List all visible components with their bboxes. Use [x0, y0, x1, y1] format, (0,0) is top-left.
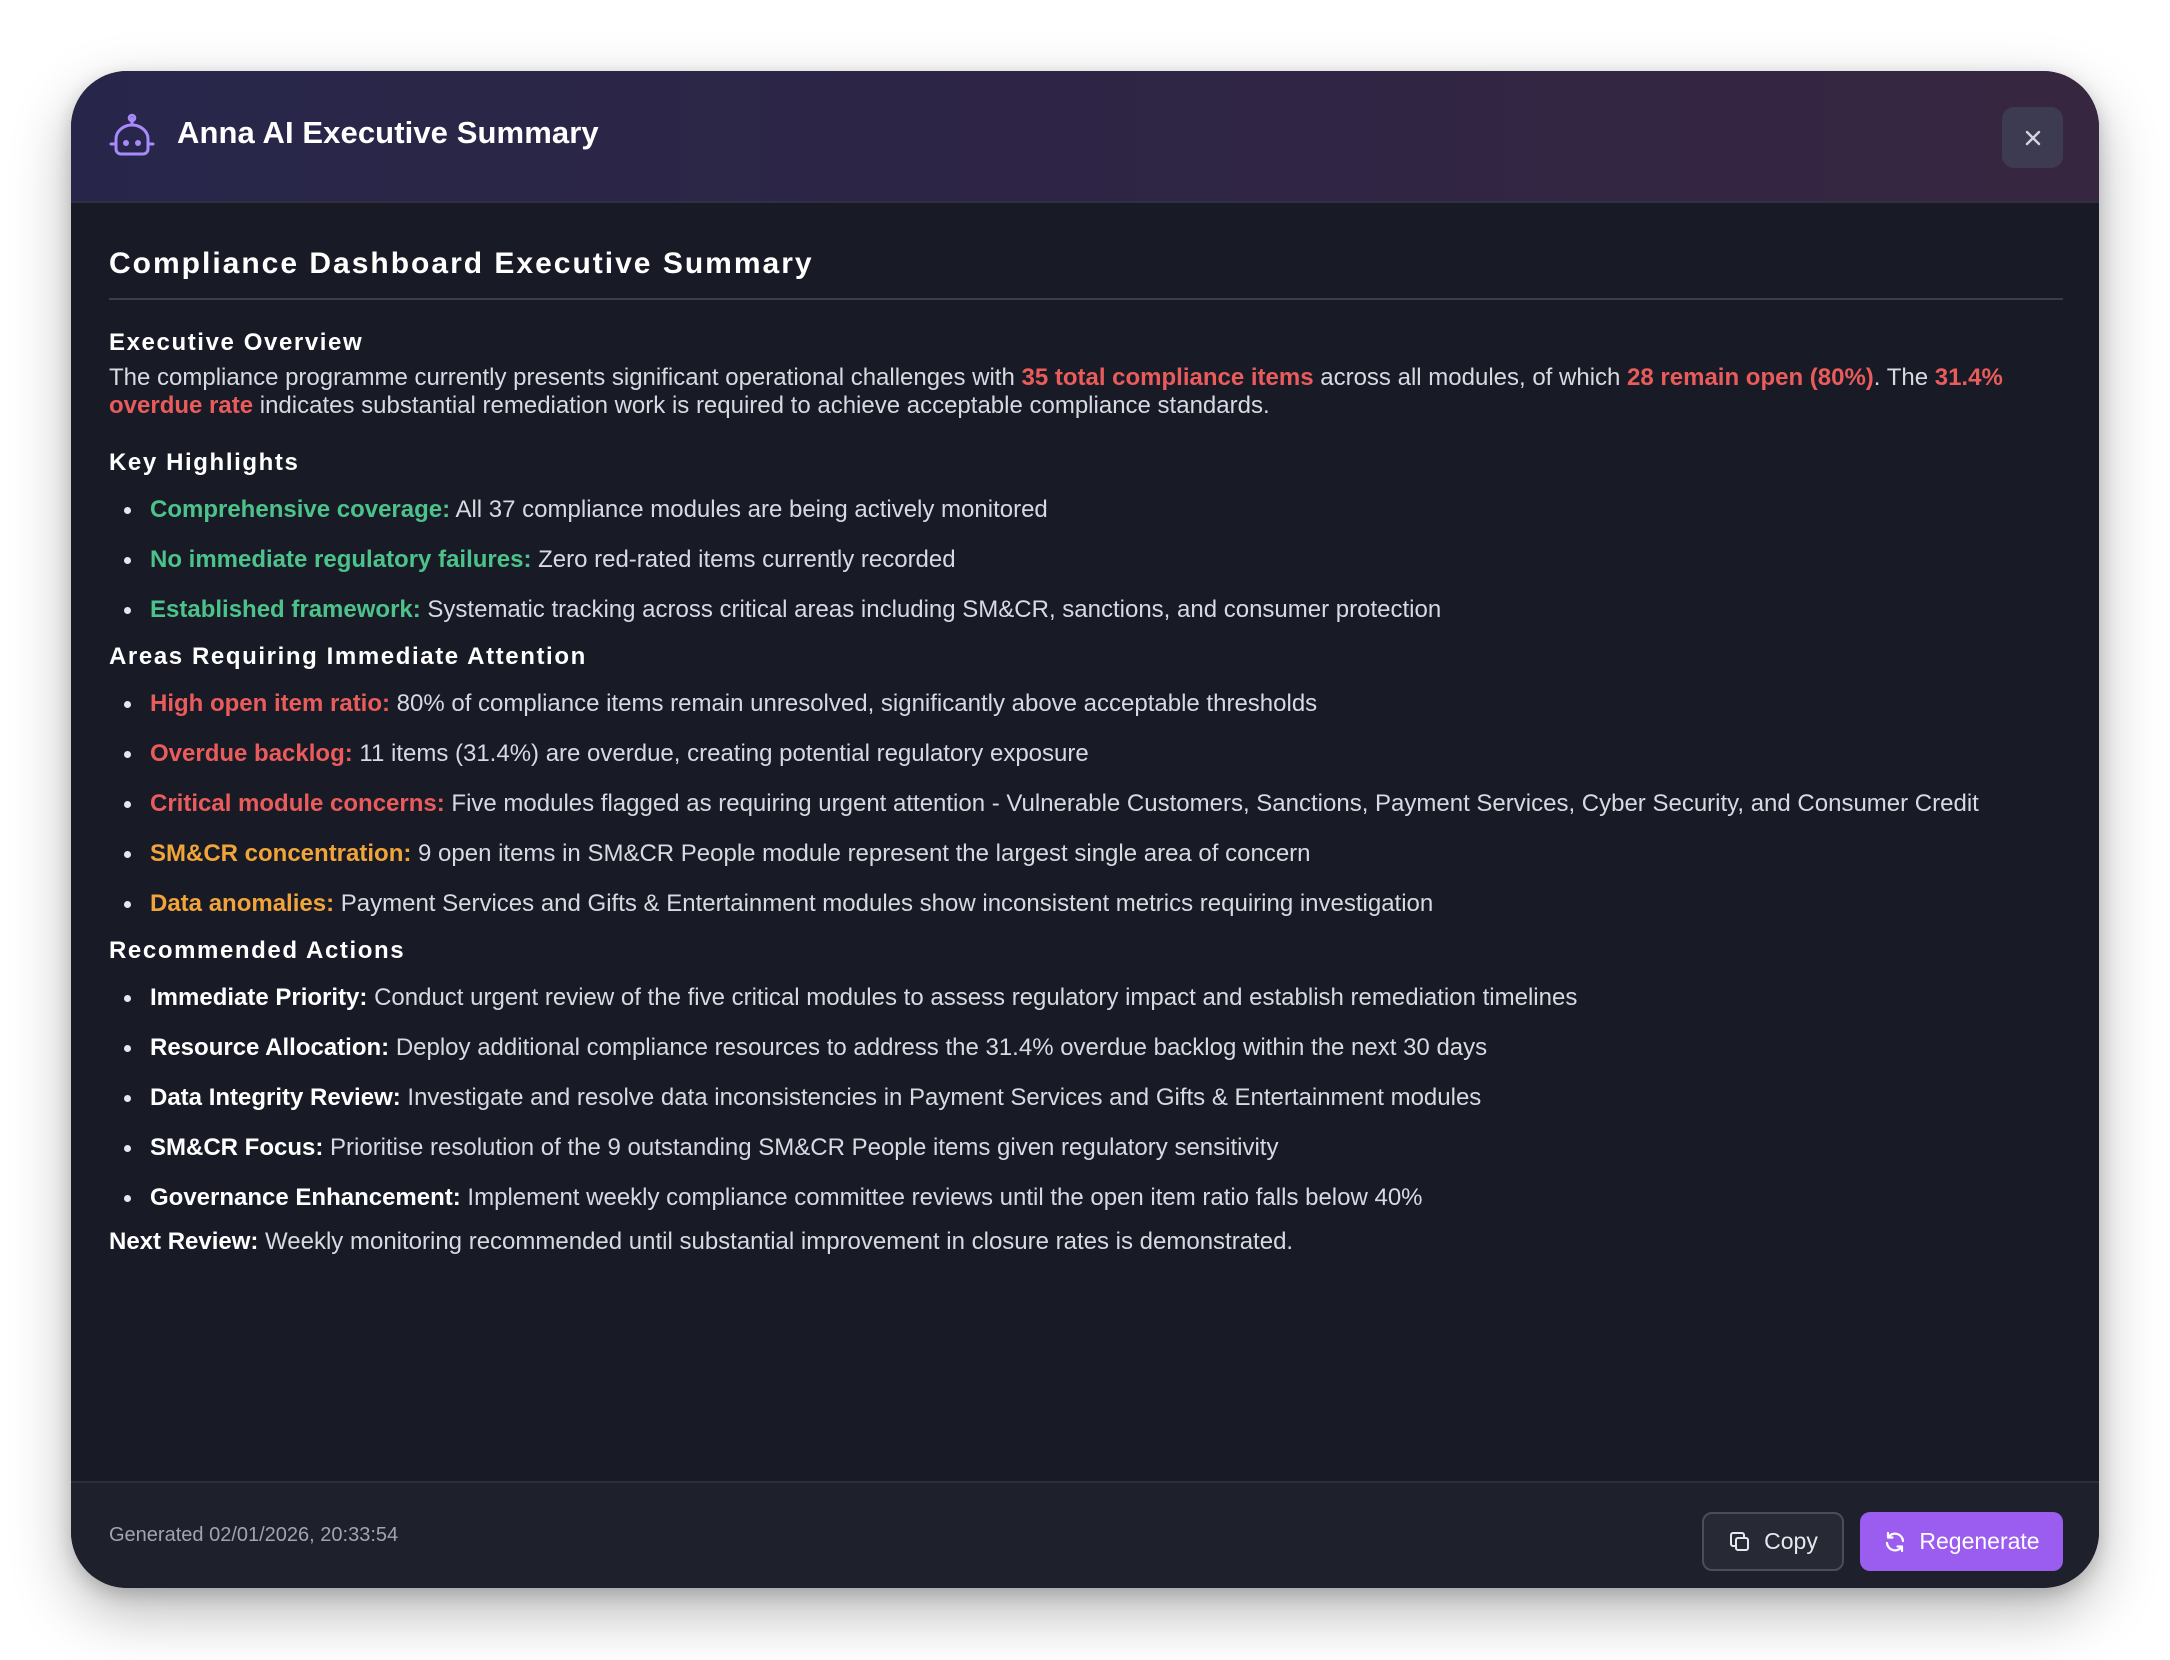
- attention-heading: Areas Requiring Immediate Attention: [109, 643, 587, 670]
- overview-text: across all modules, of which: [1313, 364, 1628, 391]
- list-item: Critical module concerns: Five modules f…: [109, 784, 2063, 824]
- attention-list: High open item ratio: 80% of compliance …: [109, 684, 2063, 924]
- total-items-highlight: 35 total compliance items: [1021, 364, 1314, 391]
- list-item-text: Systematic tracking across critical area…: [420, 596, 1442, 623]
- list-item: Established framework: Systematic tracki…: [109, 590, 2063, 630]
- list-item: SM&CR Focus: Prioritise resolution of th…: [109, 1128, 2063, 1168]
- list-item-text: Conduct urgent review of the five critic…: [367, 984, 1578, 1011]
- list-item: No immediate regulatory failures: Zero r…: [109, 540, 2063, 580]
- title-divider: [109, 298, 2063, 300]
- regenerate-button[interactable]: Regenerate: [1860, 1512, 2063, 1571]
- list-item: Comprehensive coverage: All 37 complianc…: [109, 490, 2063, 530]
- highlights-heading: Key Highlights: [109, 449, 300, 476]
- list-item: Governance Enhancement: Implement weekly…: [109, 1178, 2063, 1218]
- list-item-label: Resource Allocation:: [150, 1034, 390, 1061]
- overview-paragraph: The compliance programme currently prese…: [109, 364, 2063, 420]
- next-review-text: Weekly monitoring recommended until subs…: [258, 1228, 1294, 1255]
- list-item: Immediate Priority: Conduct urgent revie…: [109, 978, 2063, 1018]
- list-item-label: Data anomalies:: [150, 890, 335, 917]
- list-item-label: High open item ratio:: [150, 690, 390, 717]
- overview-text: The compliance programme currently prese…: [109, 364, 1022, 391]
- list-item-text: Five modules flagged as requiring urgent…: [444, 790, 1979, 817]
- next-review: Next Review: Weekly monitoring recommend…: [109, 1228, 2063, 1256]
- refresh-icon: [1886, 1531, 1905, 1552]
- list-item: Overdue backlog: 11 items (31.4%) are ov…: [109, 734, 2063, 774]
- list-item-text: 11 items (31.4%) are overdue, creating p…: [352, 740, 1089, 767]
- overview-text: indicates substantial remediation work i…: [253, 392, 1270, 419]
- list-item-label: Critical module concerns:: [150, 790, 445, 817]
- list-item-label: SM&CR concentration:: [150, 840, 412, 867]
- list-item: Data anomalies: Payment Services and Gif…: [109, 884, 2063, 924]
- list-item-label: Governance Enhancement:: [150, 1184, 461, 1211]
- list-item: Resource Allocation: Deploy additional c…: [109, 1028, 2063, 1068]
- highlights-list: Comprehensive coverage: All 37 complianc…: [109, 490, 2063, 630]
- list-item-label: SM&CR Focus:: [150, 1134, 324, 1161]
- robot-icon: [109, 113, 155, 156]
- summary-content: Compliance Dashboard Executive Summary E…: [109, 203, 2063, 1256]
- list-item-text: Zero red-rated items currently recorded: [531, 546, 956, 573]
- open-items-highlight: 28 remain open (80%): [1627, 364, 1874, 391]
- modal-title: Anna AI Executive Summary: [177, 115, 599, 150]
- list-item-label: Overdue backlog:: [150, 740, 353, 767]
- list-item-text: Implement weekly compliance committee re…: [460, 1184, 1423, 1211]
- list-item-text: Payment Services and Gifts & Entertainme…: [334, 890, 1434, 917]
- close-icon: [2025, 130, 2040, 145]
- list-item: High open item ratio: 80% of compliance …: [109, 684, 2063, 724]
- list-item: Data Integrity Review: Investigate and r…: [109, 1078, 2063, 1118]
- regenerate-label: Regenerate: [1919, 1528, 2040, 1554]
- next-review-label: Next Review:: [109, 1228, 259, 1255]
- list-item: SM&CR concentration: 9 open items in SM&…: [109, 834, 2063, 874]
- executive-summary-modal: Anna AI Executive Summary Compliance Das…: [71, 71, 2099, 1588]
- document-title: Compliance Dashboard Executive Summary: [109, 247, 814, 280]
- list-item-text: All 37 compliance modules are being acti…: [450, 496, 1048, 523]
- overview-text: . The: [1873, 364, 1935, 391]
- list-item-text: Deploy additional compliance resources t…: [389, 1034, 1488, 1061]
- actions-heading: Recommended Actions: [109, 937, 406, 964]
- modal-header: Anna AI Executive Summary: [71, 71, 2099, 203]
- list-item-label: No immediate regulatory failures:: [150, 546, 532, 573]
- overview-heading: Executive Overview: [109, 329, 364, 356]
- list-item-text: 9 open items in SM&CR People module repr…: [411, 840, 1311, 867]
- list-item-label: Comprehensive coverage:: [150, 496, 451, 523]
- list-item-text: 80% of compliance items remain unresolve…: [390, 690, 1318, 717]
- actions-list: Immediate Priority: Conduct urgent revie…: [109, 978, 2063, 1218]
- list-item-label: Data Integrity Review:: [150, 1084, 401, 1111]
- list-item-label: Immediate Priority:: [150, 984, 368, 1011]
- copy-icon: [1730, 1531, 1750, 1551]
- copy-button[interactable]: Copy: [1702, 1512, 1844, 1571]
- list-item-text: Investigate and resolve data inconsisten…: [400, 1084, 1482, 1111]
- list-item-label: Established framework:: [150, 596, 421, 623]
- generated-timestamp: Generated 02/01/2026, 20:33:54: [109, 1524, 399, 1546]
- close-button[interactable]: [2002, 107, 2063, 168]
- modal-footer: Generated 02/01/2026, 20:33:54 Copy Rege…: [71, 1481, 2099, 1588]
- copy-label: Copy: [1764, 1528, 1818, 1554]
- list-item-text: Prioritise resolution of the 9 outstandi…: [323, 1134, 1279, 1161]
